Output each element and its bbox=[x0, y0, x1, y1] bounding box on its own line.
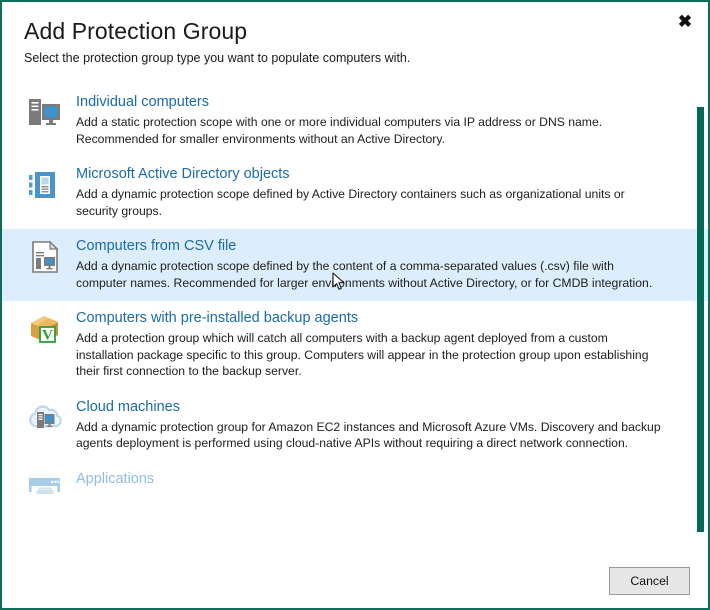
option-title[interactable]: Computers from CSV file bbox=[76, 237, 668, 256]
option-title[interactable]: Applications bbox=[76, 470, 668, 489]
option-title[interactable]: Computers with pre-installed backup agen… bbox=[76, 309, 668, 328]
option-body: Computers with pre-installed backup agen… bbox=[76, 309, 686, 380]
backup-agent-package-icon: V bbox=[26, 311, 64, 349]
svg-text:V: V bbox=[42, 328, 53, 344]
option-body: Individual computers Add a static protec… bbox=[76, 93, 686, 147]
dialog-header: Add Protection Group Select the protecti… bbox=[2, 2, 708, 73]
scrollbar-thumb[interactable] bbox=[697, 107, 704, 532]
protection-group-type-list: Individual computers Add a static protec… bbox=[2, 85, 708, 550]
option-description: Add a dynamic protection group for Amazo… bbox=[76, 419, 661, 451]
option-title[interactable]: Cloud machines bbox=[76, 398, 668, 417]
option-row-applications[interactable]: Applications bbox=[2, 462, 708, 520]
add-protection-group-dialog: Add Protection Group Select the protecti… bbox=[0, 0, 710, 610]
dialog-footer: Cancel bbox=[2, 550, 708, 608]
option-body: Applications bbox=[76, 470, 686, 491]
cancel-button[interactable]: Cancel bbox=[609, 567, 690, 595]
option-body: Computers from CSV file Add a dynamic pr… bbox=[76, 237, 686, 291]
desktop-computer-icon bbox=[26, 95, 64, 133]
active-directory-icon bbox=[26, 167, 64, 205]
option-title[interactable]: Microsoft Active Directory objects bbox=[76, 165, 668, 184]
option-title[interactable]: Individual computers bbox=[76, 93, 668, 112]
option-row-computers-from-csv-file[interactable]: Computers from CSV file Add a dynamic pr… bbox=[2, 229, 708, 301]
option-body: Microsoft Active Directory objects Add a… bbox=[76, 165, 686, 219]
option-description: Add a dynamic protection scope defined b… bbox=[76, 259, 653, 290]
option-row-active-directory-objects[interactable]: Microsoft Active Directory objects Add a… bbox=[2, 157, 708, 229]
option-row-individual-computers[interactable]: Individual computers Add a static protec… bbox=[2, 85, 708, 157]
option-list: Individual computers Add a static protec… bbox=[2, 85, 708, 520]
option-row-preinstalled-backup-agents[interactable]: V Computers with pre-installed backup ag… bbox=[2, 301, 708, 390]
option-description: Add a dynamic protection scope defined b… bbox=[76, 187, 625, 218]
page-subtitle: Select the protection group type you wan… bbox=[24, 51, 411, 65]
csv-file-icon bbox=[26, 239, 64, 277]
close-icon[interactable]: ✖ bbox=[672, 8, 698, 34]
option-body: Cloud machines Add a dynamic protection … bbox=[76, 398, 686, 452]
applications-server-icon bbox=[26, 472, 64, 510]
cloud-machines-icon bbox=[26, 400, 64, 438]
page-title: Add Protection Group bbox=[24, 18, 248, 44]
option-description: Add a protection group which will catch … bbox=[76, 331, 649, 378]
option-description: Add a static protection scope with one o… bbox=[76, 115, 603, 146]
option-row-cloud-machines[interactable]: Cloud machines Add a dynamic protection … bbox=[2, 390, 708, 462]
